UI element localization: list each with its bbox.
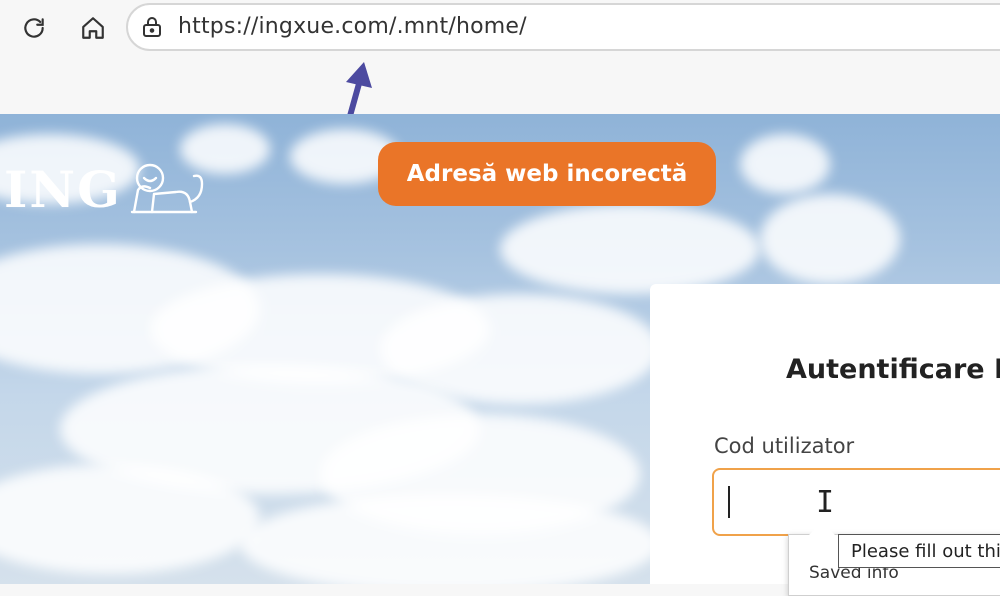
annotation-callout: Adresă web incorectă — [378, 142, 716, 206]
site-info-icon[interactable] — [140, 15, 164, 39]
address-bar[interactable]: https://ingxue.com/.mnt/home/ — [126, 3, 1000, 51]
user-code-input[interactable]: Ι — [712, 468, 1000, 536]
ing-logo-text: ING — [4, 160, 122, 219]
ing-lion-logo-icon — [130, 163, 204, 214]
login-title: Autentificare ING — [786, 354, 1000, 385]
home-icon — [82, 17, 104, 39]
validation-tooltip-text: Please fill out this — [851, 541, 1000, 562]
browser-toolbar: https://ingxue.com/.mnt/home/ — [0, 0, 1000, 114]
annotation-arrow-icon — [346, 62, 372, 118]
tooltip-notch — [808, 522, 836, 536]
text-cursor-icon: Ι — [816, 485, 835, 520]
home-button[interactable] — [74, 9, 112, 47]
reload-icon — [24, 18, 44, 38]
page-background: ING Adresă web incorectă Autentificare I… — [0, 114, 1000, 584]
reload-button[interactable] — [15, 9, 53, 47]
user-code-label: Cod utilizator — [714, 434, 855, 458]
annotation-label: Adresă web incorectă — [406, 161, 688, 187]
url-text[interactable]: https://ingxue.com/.mnt/home/ — [178, 14, 527, 39]
text-caret — [728, 486, 730, 518]
validation-tooltip: Please fill out this — [838, 534, 1000, 568]
